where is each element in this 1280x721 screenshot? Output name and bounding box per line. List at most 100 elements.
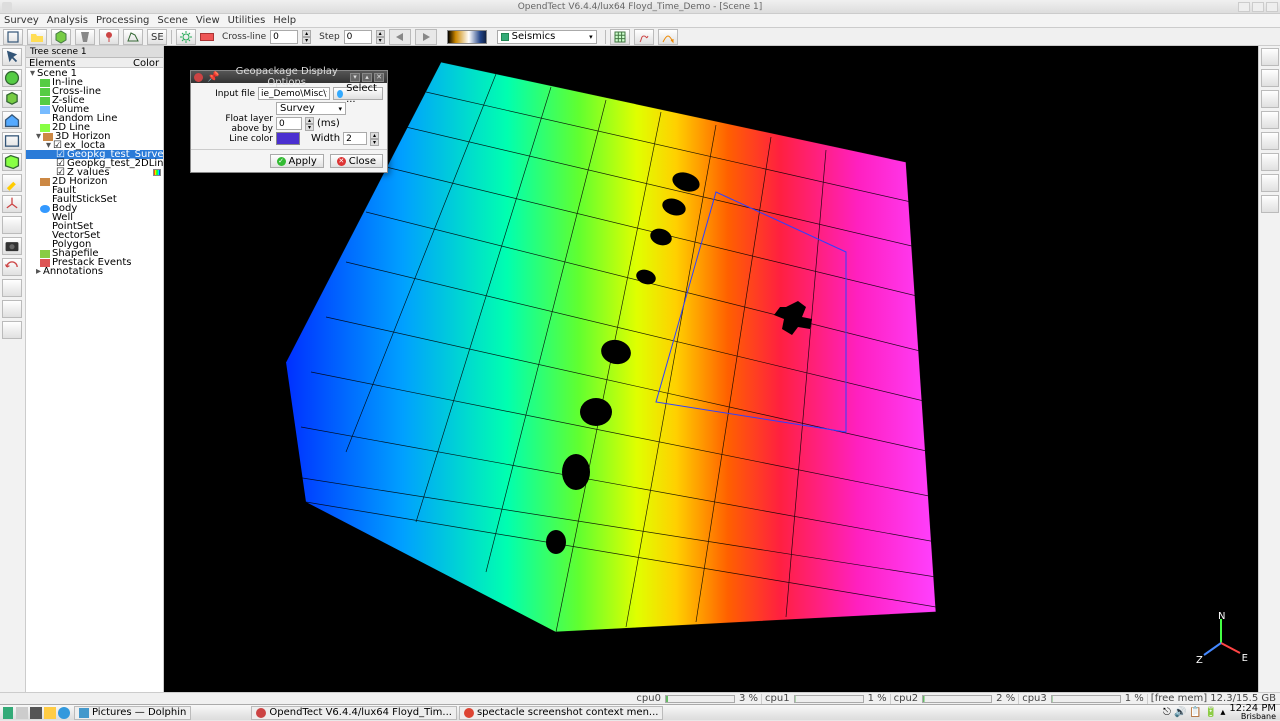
combo-icon — [501, 33, 509, 41]
os-taskbar[interactable]: Pictures — Dolphin OpendTect V6.4.4/lux6… — [0, 704, 1280, 720]
snap-icon[interactable] — [2, 216, 22, 234]
width-input[interactable] — [343, 132, 367, 145]
taskbar-item[interactable]: OpendTect V6.4.4/lux64 Floyd_Tim... — [251, 706, 457, 720]
tree-scene[interactable]: ▾Scene 1 — [26, 69, 163, 78]
menubar[interactable]: Survey Analysis Processing Scene View Ut… — [0, 14, 1280, 28]
colorbar-icon[interactable] — [447, 30, 487, 44]
float-spinner[interactable]: ▴▾ — [305, 117, 314, 131]
cursor-icon[interactable] — [2, 48, 22, 66]
tray-icon[interactable]: ▴ — [1220, 707, 1225, 718]
segy-icon[interactable]: SEG-Y — [147, 29, 167, 45]
line-color-swatch[interactable] — [276, 132, 300, 145]
systray[interactable]: ⎋ 🔊 📋 🔋 ▴ — [1163, 707, 1225, 718]
refresh-icon[interactable] — [2, 258, 22, 276]
tree-item[interactable]: FaultStickSet — [26, 195, 163, 204]
tray-icon[interactable]: ⎋ — [1163, 707, 1171, 718]
view-icon[interactable] — [2, 69, 22, 87]
select-button[interactable]: Select ... — [333, 87, 383, 100]
menu-help[interactable]: Help — [273, 15, 296, 26]
tray-icon[interactable] — [30, 707, 42, 719]
titlebar-right-buttons[interactable] — [1238, 2, 1278, 12]
brush-icon[interactable] — [2, 174, 22, 192]
grid-icon[interactable] — [610, 29, 630, 45]
crossline-spinner[interactable]: ▴▾ — [302, 30, 311, 44]
tree-item[interactable]: Random Line — [26, 114, 163, 123]
dialog-close-icon[interactable]: ✕ — [374, 73, 384, 82]
slider-icon[interactable] — [2, 300, 22, 318]
width-spinner[interactable]: ▴▾ — [370, 132, 379, 146]
pin-icon[interactable]: 📌 — [207, 72, 219, 83]
tree-item[interactable]: ▸Annotations — [26, 267, 163, 276]
tree-item[interactable]: VectorSet — [26, 231, 163, 240]
apply-button[interactable]: ✓Apply — [270, 154, 324, 168]
tree-item[interactable]: 2D Horizon — [26, 177, 163, 186]
notes-icon[interactable] — [2, 321, 22, 339]
minimize-button[interactable] — [1238, 2, 1250, 12]
geopackage-dialog[interactable]: 📌 Geopackage Display Options ▾ ▴ ✕ Input… — [190, 70, 388, 173]
camera-icon[interactable] — [2, 237, 22, 255]
cube2-icon[interactable] — [2, 90, 22, 108]
tree-tab[interactable]: Tree scene 1 — [26, 46, 163, 58]
menu-processing[interactable]: Processing — [96, 15, 149, 26]
gear-icon[interactable] — [176, 29, 196, 45]
log-icon[interactable] — [634, 29, 654, 45]
menu-utilities[interactable]: Utilities — [228, 15, 266, 26]
start-icon[interactable] — [3, 707, 13, 719]
crossline-input[interactable] — [270, 30, 298, 44]
compass-gizmo[interactable]: N E Z — [1196, 613, 1246, 666]
color-swatch[interactable] — [200, 33, 214, 41]
dialog-max-icon[interactable]: ▴ — [362, 73, 372, 82]
tray-icon[interactable]: 🔊 — [1174, 707, 1186, 718]
tree-item[interactable]: Z-slice — [26, 96, 163, 105]
rv-icon[interactable] — [1261, 132, 1279, 150]
box3d-icon[interactable] — [2, 153, 22, 171]
open-icon[interactable] — [27, 29, 47, 45]
tree-item[interactable]: Well — [26, 213, 163, 222]
tray-icon[interactable]: 🔋 — [1205, 707, 1217, 718]
pick-icon[interactable] — [99, 29, 119, 45]
cube-icon[interactable] — [51, 29, 71, 45]
close-button[interactable]: ✕Close — [330, 154, 383, 168]
menu-view[interactable]: View — [196, 15, 220, 26]
maximize-button[interactable] — [1252, 2, 1264, 12]
tree-item[interactable]: Cross-line — [26, 87, 163, 96]
box-icon[interactable] — [2, 132, 22, 150]
menu-survey[interactable]: Survey — [4, 15, 39, 26]
next-button[interactable] — [415, 29, 437, 45]
tray-icon[interactable] — [16, 707, 28, 719]
clock[interactable]: 12:24 PM Brisbane — [1229, 705, 1276, 721]
menu-analysis[interactable]: Analysis — [47, 15, 88, 26]
poly-icon[interactable] — [123, 29, 143, 45]
well-icon[interactable] — [75, 29, 95, 45]
taskbar-item[interactable]: Pictures — Dolphin — [74, 706, 191, 720]
rv-icon[interactable] — [1261, 90, 1279, 108]
arrow-icon[interactable] — [658, 29, 678, 45]
rv-icon[interactable] — [1261, 111, 1279, 129]
float-input[interactable] — [276, 117, 302, 130]
step-input[interactable] — [344, 30, 372, 44]
rv-icon[interactable] — [1261, 174, 1279, 192]
rv-icon[interactable] — [1261, 69, 1279, 87]
rv-icon[interactable] — [1261, 195, 1279, 213]
scene-tree[interactable]: ▾Scene 1 In-line Cross-line Z-slice Volu… — [26, 68, 163, 702]
tree-item[interactable]: Body — [26, 204, 163, 213]
close-button[interactable] — [1266, 2, 1278, 12]
tray-icon[interactable]: 📋 — [1189, 707, 1201, 718]
axis-icon[interactable] — [2, 195, 22, 213]
dialog-min-icon[interactable]: ▾ — [350, 73, 360, 82]
tray-icon[interactable] — [58, 707, 70, 719]
step-spinner[interactable]: ▴▾ — [376, 30, 385, 44]
measure-icon[interactable] — [2, 279, 22, 297]
survey-icon[interactable] — [3, 29, 23, 45]
home-icon[interactable] — [2, 111, 22, 129]
tray-icon[interactable] — [44, 707, 56, 719]
rv-icon[interactable] — [1261, 153, 1279, 171]
input-file-field[interactable] — [258, 87, 330, 100]
coord-combo[interactable]: Survey▾ — [276, 102, 346, 115]
menu-scene[interactable]: Scene — [157, 15, 188, 26]
taskbar-item[interactable]: spectacle screenshot context men... — [459, 706, 664, 720]
prev-button[interactable] — [389, 29, 411, 45]
rv-icon[interactable] — [1261, 48, 1279, 66]
attribute-combo[interactable]: Seismics ▾ — [497, 30, 597, 44]
dialog-titlebar[interactable]: 📌 Geopackage Display Options ▾ ▴ ✕ — [191, 71, 387, 83]
